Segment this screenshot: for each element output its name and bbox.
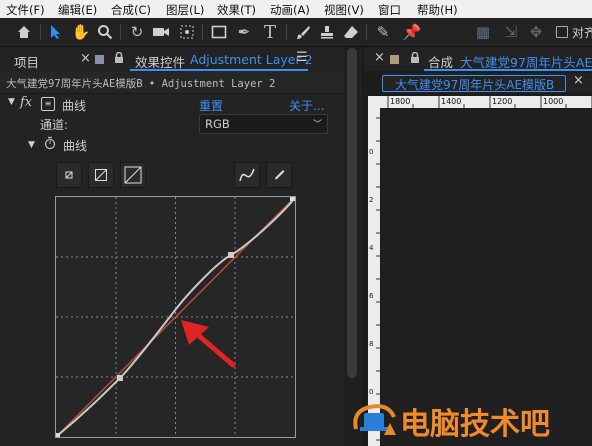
ruler-tick-label: 1800 <box>390 97 411 106</box>
curve-point <box>228 252 234 258</box>
ruler-tick-label: 1000 <box>543 97 564 106</box>
left-panel-tabs: 项目 × 效果控件 Adjustment Layer 2 ☰ <box>0 47 361 71</box>
menu-compose[interactable]: 合成(C) <box>111 2 151 18</box>
close-icon[interactable]: × <box>573 73 584 88</box>
ruler-tick-label: 1200 <box>492 97 513 106</box>
rectangle-tool-icon[interactable] <box>208 21 230 43</box>
lock-icon[interactable] <box>410 51 420 67</box>
ruler-tick-label: 6 <box>369 292 374 300</box>
type-tool-icon[interactable]: T <box>259 21 281 43</box>
curve-bezier-tool-button[interactable] <box>234 162 260 188</box>
rotate-tool-icon[interactable]: ↻ <box>126 21 148 43</box>
fx-icon[interactable]: fx <box>20 95 32 110</box>
zoom-tool-icon[interactable] <box>94 21 116 43</box>
home-icon[interactable] <box>13 21 35 43</box>
panel-menu-icon[interactable]: ☰ <box>296 50 308 65</box>
menu-bar: 文件(F) 编辑(E) 合成(C) 图层(L) 效果(T) 动画(A) 视图(V… <box>0 0 592 18</box>
chevron-down-icon: ﹀ <box>312 120 322 130</box>
menu-view[interactable]: 视图(V) <box>324 2 364 18</box>
panel-color-swatch <box>95 55 104 64</box>
composition-tabs: × 合成 大气建党97周年片头AE模 <box>364 47 592 71</box>
toolbar: ✋ ↻ ✒ T ✎ 📌 ▦ ⇲ ✥ 对齐 <box>0 18 592 47</box>
toolbar-divider <box>286 24 287 40</box>
curve-pencil-tool-button[interactable] <box>266 162 292 188</box>
expand-chevron-icon[interactable]: ▼ <box>28 140 35 150</box>
brush-tool-icon[interactable] <box>292 21 314 43</box>
roto-brush-tool-icon[interactable]: ✎ <box>372 21 394 43</box>
menu-layer[interactable]: 图层(L) <box>166 2 204 18</box>
about-link[interactable]: 关于... <box>289 97 324 114</box>
effect-name: 曲线 <box>62 99 87 113</box>
toolbar-divider <box>40 24 41 40</box>
curves-property-label: 曲线 <box>63 139 88 153</box>
lock-icon[interactable] <box>114 51 124 67</box>
channel-select-value: RGB <box>205 117 230 131</box>
watermark: 电脑技术吧 <box>348 395 592 446</box>
ruler-tick-label: 2 <box>369 196 374 204</box>
red-arrow-annotation <box>181 320 236 368</box>
close-icon[interactable]: × <box>374 50 385 65</box>
menu-edit[interactable]: 编辑(E) <box>58 2 97 18</box>
menu-animation[interactable]: 动画(A) <box>270 2 310 18</box>
align-checkbox[interactable] <box>556 26 568 38</box>
comp-color-swatch <box>390 55 399 64</box>
eraser-tool-icon[interactable] <box>340 21 362 43</box>
channel-select[interactable]: RGB ﹀ <box>199 114 328 134</box>
snap-option2-icon[interactable]: ✥ <box>525 21 547 43</box>
menu-effect[interactable]: 效果(T) <box>217 2 256 18</box>
scrollbar-thumb[interactable] <box>347 48 357 378</box>
tab-comp-b[interactable]: 大气建党97周年片头AE模版B <box>395 76 554 93</box>
ruler-tick-label: 8 <box>369 340 374 348</box>
snap-option-icon[interactable]: ⇲ <box>500 21 522 43</box>
align-label: 对齐 <box>572 26 592 40</box>
stopwatch-icon[interactable] <box>44 136 56 153</box>
menu-file[interactable]: 文件(F) <box>6 2 45 18</box>
active-tab-underline <box>130 69 308 71</box>
tab-project[interactable]: 项目 <box>14 52 39 71</box>
hand-tool-icon[interactable]: ✋ <box>70 21 92 43</box>
ruler-tick-label: 4 <box>369 244 374 252</box>
puppet-pin-tool-icon[interactable]: 📌 <box>401 21 423 43</box>
toolbar-divider <box>120 24 121 40</box>
ruler-corner <box>368 96 386 108</box>
channel-label: 通道: <box>40 118 69 132</box>
ruler-tick-label: 0 <box>369 148 374 156</box>
watermark-text: 电脑技术吧 <box>400 407 550 442</box>
toolbar-divider <box>366 24 367 40</box>
selection-tool-icon[interactable] <box>45 21 67 43</box>
camera-tool-icon[interactable] <box>150 21 172 43</box>
layer-path-bar: 大气建党97周年片头AE模版B • Adjustment Layer 2 <box>0 72 361 94</box>
horizontal-ruler[interactable]: 1800 1400 1200 1000 <box>386 96 592 108</box>
reset-link[interactable]: 重置 <box>199 97 223 114</box>
menu-help[interactable]: 帮助(H) <box>417 2 458 18</box>
snap-grid-icon[interactable]: ▦ <box>472 21 494 43</box>
curve-size-large-button[interactable] <box>120 162 146 188</box>
curve-point <box>56 433 60 437</box>
ruler-tick-label: 1400 <box>441 97 462 106</box>
pan-behind-tool-icon[interactable] <box>176 21 198 43</box>
layer-path: 大气建党97周年片头AE模版B • Adjustment Layer 2 <box>6 78 276 90</box>
menu-window[interactable]: 窗口 <box>378 2 401 18</box>
curve-size-small-button[interactable] <box>56 162 82 188</box>
tab-effect-layer-name[interactable]: Adjustment Layer 2 <box>190 52 313 67</box>
expand-chevron-icon[interactable]: ▼ <box>8 97 15 107</box>
curve-size-medium-button[interactable] <box>88 162 114 188</box>
close-icon[interactable]: × <box>80 51 91 66</box>
effect-settings-icon[interactable]: ≡ <box>41 97 55 111</box>
watermark-logo-icon <box>353 404 396 435</box>
composition-subtab-bar: 大气建党97周年片头AE模版B × <box>382 73 592 93</box>
clone-stamp-tool-icon[interactable] <box>316 21 338 43</box>
effect-header-row: ▼ fx ≡ 曲线 重置 关于... <box>0 94 361 114</box>
active-tab-underline <box>424 69 592 71</box>
toolbar-divider <box>202 24 203 40</box>
pen-tool-icon[interactable]: ✒ <box>233 21 255 43</box>
curve-point <box>290 197 295 201</box>
curve-point <box>117 375 123 381</box>
